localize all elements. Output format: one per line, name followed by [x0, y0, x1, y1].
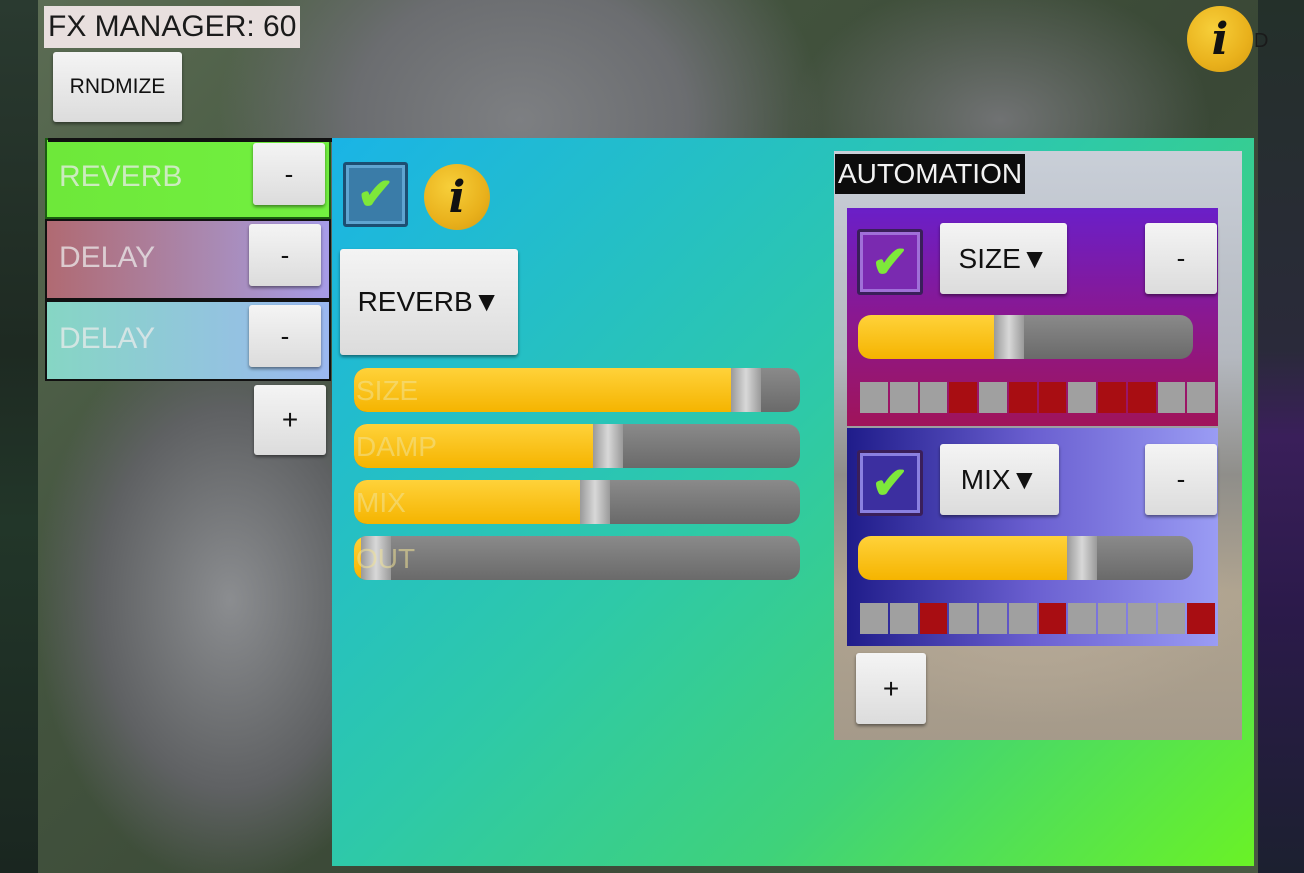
add-automation-button[interactable]: +: [856, 653, 926, 724]
step-cell-on[interactable]: [1127, 382, 1156, 413]
slider-thumb[interactable]: [579, 480, 610, 524]
automation-slider-mix[interactable]: [858, 536, 1193, 580]
automation-enable-checkbox[interactable]: ✔: [857, 229, 923, 295]
slider-label: SIZE: [356, 375, 419, 406]
fx-list-item-label: DELAY: [59, 322, 156, 355]
effect-type-dropdown[interactable]: REVERB▼: [340, 249, 518, 355]
step-sequencer: [860, 382, 1215, 413]
fx-list-item-label: DELAY: [59, 241, 156, 274]
background-ghost-letter: D: [1254, 30, 1269, 52]
step-cell-off[interactable]: [979, 603, 1007, 634]
step-cell-off[interactable]: [889, 603, 918, 634]
automation-slider-size[interactable]: [858, 315, 1193, 359]
step-cell-off[interactable]: [1008, 603, 1037, 634]
automation-param-dropdown[interactable]: SIZE▼: [940, 223, 1067, 294]
step-cell-off[interactable]: [1157, 603, 1186, 634]
step-cell-off[interactable]: [1157, 382, 1186, 413]
slider-thumb[interactable]: [993, 315, 1024, 359]
slider-label: OUT: [356, 543, 416, 574]
automation-enable-checkbox[interactable]: ✔: [857, 450, 923, 516]
fx-list-item-label: REVERB: [59, 160, 183, 193]
step-sequencer: [860, 603, 1215, 634]
step-cell-off[interactable]: [860, 603, 888, 634]
automation-title: AUTOMATION: [835, 154, 1026, 194]
param-slider-out[interactable]: OUT: [354, 536, 800, 580]
remove-automation-button[interactable]: -: [1145, 444, 1217, 515]
randomize-button[interactable]: RNDMIZE: [53, 52, 182, 122]
step-cell-on[interactable]: [1098, 382, 1126, 413]
fx-info-icon[interactable]: i: [424, 164, 490, 230]
remove-fx-button[interactable]: -: [249, 224, 321, 286]
step-cell-off[interactable]: [1098, 603, 1126, 634]
remove-fx-button[interactable]: -: [253, 143, 325, 205]
page-title: FX MANAGER: 60: [44, 6, 301, 48]
step-cell-on[interactable]: [919, 603, 948, 634]
step-cell-on[interactable]: [949, 382, 977, 413]
add-fx-button[interactable]: +: [254, 385, 326, 455]
automation-param-dropdown[interactable]: MIX▼: [940, 444, 1059, 515]
slider-label: DAMP: [356, 431, 437, 462]
step-cell-off[interactable]: [949, 603, 977, 634]
step-cell-off[interactable]: [1127, 603, 1156, 634]
remove-fx-button[interactable]: -: [249, 305, 321, 367]
step-cell-off[interactable]: [979, 382, 1007, 413]
step-cell-off[interactable]: [860, 382, 888, 413]
step-cell-on[interactable]: [1187, 603, 1215, 634]
info-icon[interactable]: i: [1187, 6, 1253, 72]
step-cell-on[interactable]: [1008, 382, 1037, 413]
step-cell-off[interactable]: [919, 382, 948, 413]
param-slider-damp[interactable]: DAMP: [354, 424, 800, 468]
slider-thumb[interactable]: [593, 424, 624, 468]
slider-fill: [858, 536, 1083, 580]
slider-thumb[interactable]: [731, 368, 762, 412]
background-edge-left: [0, 0, 38, 873]
step-cell-off[interactable]: [889, 382, 918, 413]
param-slider-size[interactable]: SIZE: [354, 368, 800, 412]
step-cell-on[interactable]: [1038, 603, 1067, 634]
slider-thumb[interactable]: [1067, 536, 1098, 580]
step-cell-on[interactable]: [1038, 382, 1067, 413]
slider-fill: [858, 315, 1009, 359]
step-cell-off[interactable]: [1068, 382, 1096, 413]
step-cell-off[interactable]: [1068, 603, 1096, 634]
param-slider-mix[interactable]: MIX: [354, 480, 800, 524]
fx-enable-checkbox[interactable]: ✔: [343, 162, 408, 227]
slider-label: MIX: [356, 487, 406, 518]
background-edge-right: [1258, 0, 1304, 873]
step-cell-off[interactable]: [1187, 382, 1215, 413]
remove-automation-button[interactable]: -: [1145, 223, 1217, 294]
